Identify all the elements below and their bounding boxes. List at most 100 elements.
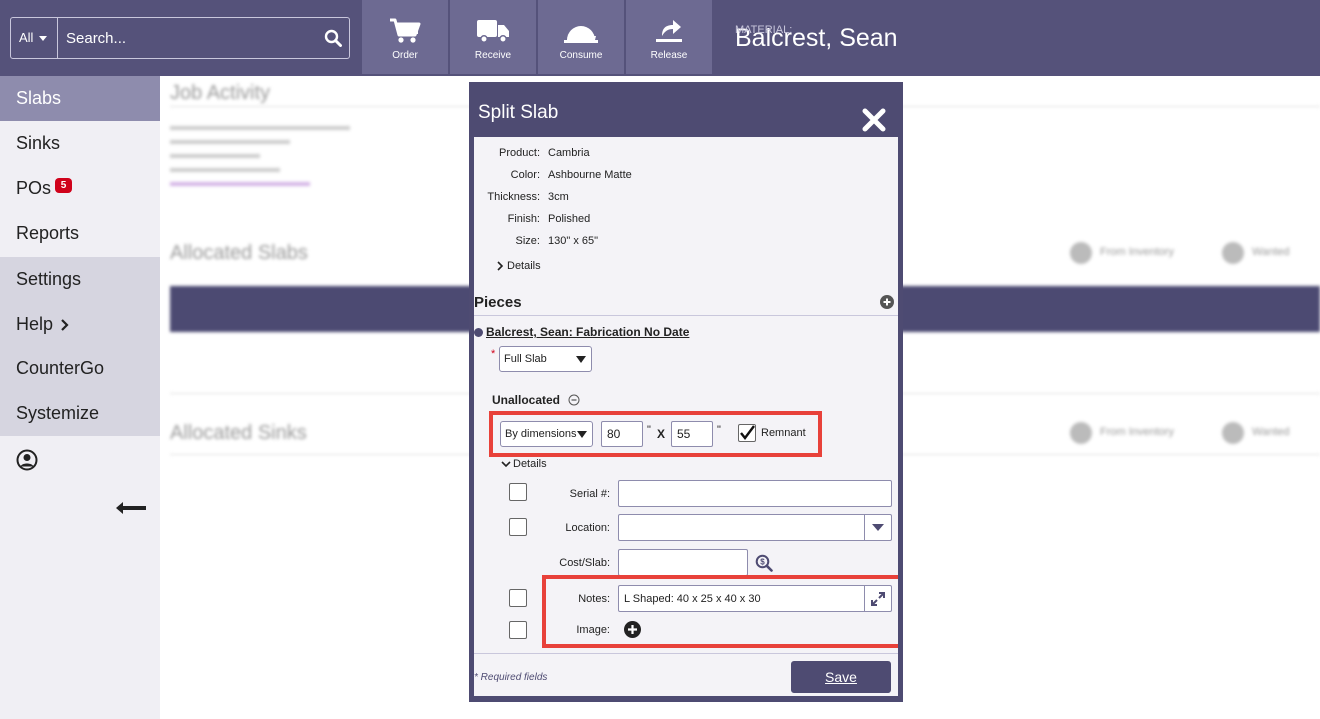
sidebar-item-settings[interactable]: Settings bbox=[0, 257, 160, 302]
sidebar-item-slabs[interactable]: Slabs bbox=[0, 76, 160, 121]
serial-input[interactable] bbox=[618, 480, 892, 507]
collapse-unallocated-button[interactable] bbox=[568, 393, 580, 411]
add-piece-button[interactable] bbox=[880, 295, 894, 314]
details-toggle[interactable]: Details bbox=[496, 260, 541, 272]
add-wanted-icon bbox=[1222, 422, 1244, 444]
user-account-button[interactable] bbox=[16, 449, 38, 476]
sidebar: Slabs Sinks POs 5 Reports Settings Help C… bbox=[0, 76, 160, 719]
sidebar-item-label: CounterGo bbox=[16, 358, 105, 378]
search-scope-select[interactable]: All bbox=[11, 18, 57, 58]
chevron-right-icon bbox=[497, 261, 504, 271]
cart-icon bbox=[390, 18, 421, 43]
sidebar-item-systemize[interactable]: Systemize bbox=[0, 391, 160, 436]
cost-label: Cost/Slab: bbox=[559, 557, 610, 569]
search-dollar-icon: $ bbox=[755, 554, 773, 572]
allocated-slabs-heading: Allocated Slabs bbox=[170, 242, 308, 264]
sidebar-item-sinks[interactable]: Sinks bbox=[0, 121, 160, 166]
highlight-dimensions bbox=[489, 411, 822, 457]
wanted-label: Wanted bbox=[1252, 426, 1290, 438]
search-bar: All bbox=[10, 17, 350, 59]
details-label: Details bbox=[507, 260, 541, 272]
info-key: Color: bbox=[510, 169, 540, 181]
receive-button[interactable]: Receive bbox=[450, 0, 536, 74]
location-select[interactable] bbox=[618, 514, 892, 541]
info-key: Thickness: bbox=[487, 191, 540, 203]
notes-checkbox[interactable] bbox=[509, 589, 527, 607]
save-button[interactable]: Save bbox=[791, 661, 891, 693]
chevron-down-icon bbox=[872, 523, 884, 531]
receive-label: Receive bbox=[474, 50, 512, 61]
info-value: Cambria bbox=[548, 147, 590, 159]
consume-label: Consume bbox=[559, 50, 603, 61]
release-icon bbox=[656, 20, 682, 42]
info-key: Size: bbox=[515, 235, 540, 247]
piece-type-value: Full Slab bbox=[504, 353, 547, 365]
chevron-down-icon bbox=[501, 461, 511, 468]
svg-text:$: $ bbox=[760, 558, 765, 567]
location-checkbox[interactable] bbox=[509, 518, 527, 536]
order-button[interactable]: Order bbox=[362, 0, 448, 74]
serial-checkbox[interactable] bbox=[509, 483, 527, 501]
cost-input[interactable] bbox=[618, 549, 748, 576]
chevron-down-icon bbox=[576, 356, 586, 363]
info-value: 3cm bbox=[548, 191, 569, 203]
truck-icon bbox=[477, 20, 509, 43]
sidebar-item-label: Help bbox=[16, 314, 54, 334]
location-dropdown-button[interactable] bbox=[864, 515, 891, 540]
chevron-right-icon bbox=[61, 319, 69, 332]
info-value: Ashbourne Matte bbox=[548, 169, 632, 181]
user-icon bbox=[16, 449, 38, 471]
from-inventory-label: From Inventory bbox=[1100, 426, 1174, 438]
unallocated-label: Unallocated bbox=[492, 393, 561, 407]
job-activity-heading: Job Activity bbox=[170, 82, 271, 104]
sidebar-item-reports[interactable]: Reports bbox=[0, 211, 160, 256]
from-inventory-label: From Inventory bbox=[1100, 246, 1174, 258]
dialog-body: Product: Cambria Color: Ashbourne Matte … bbox=[474, 137, 898, 696]
search-input[interactable] bbox=[57, 18, 329, 58]
dialog-header: Split Slab bbox=[474, 87, 898, 139]
wanted-label: Wanted bbox=[1252, 246, 1290, 258]
add-from-inventory-icon bbox=[1070, 242, 1092, 264]
release-button[interactable]: Release bbox=[626, 0, 712, 74]
image-checkbox[interactable] bbox=[509, 621, 527, 639]
close-button[interactable] bbox=[862, 101, 886, 132]
release-label: Release bbox=[650, 50, 688, 61]
search-icon bbox=[324, 29, 342, 47]
sidebar-item-pos[interactable]: POs 5 bbox=[0, 166, 160, 211]
pos-count-badge: 5 bbox=[55, 178, 73, 193]
top-bar: All Order Receive bbox=[0, 0, 1320, 76]
search-scope-label: All bbox=[19, 30, 34, 45]
consume-button[interactable]: Consume bbox=[538, 0, 624, 74]
job-link[interactable]: Balcrest, Sean: Fabrication No Date bbox=[486, 325, 689, 339]
search-button[interactable] bbox=[317, 18, 349, 58]
add-wanted-icon bbox=[1222, 242, 1244, 264]
highlight-notes bbox=[542, 575, 898, 648]
cost-lookup-button[interactable]: $ bbox=[755, 554, 773, 577]
required-marker: * bbox=[491, 348, 496, 360]
job-details-blurred bbox=[170, 122, 370, 202]
page-title-label: MATERIAL: bbox=[735, 24, 793, 36]
sidebar-item-label: POs bbox=[16, 178, 52, 198]
piece-type-select[interactable]: Full Slab bbox=[499, 346, 592, 372]
sidebar-item-label: Slabs bbox=[16, 88, 62, 108]
required-fields-note: * Required fields bbox=[474, 672, 548, 683]
details-toggle[interactable]: Details bbox=[501, 458, 547, 470]
info-value: 130" x 65" bbox=[548, 235, 599, 247]
plus-circle-icon bbox=[880, 295, 894, 309]
add-from-inventory-icon bbox=[1070, 422, 1092, 444]
sidebar-item-label: Sinks bbox=[16, 133, 61, 153]
save-label: Save bbox=[825, 669, 857, 685]
serial-label: Serial #: bbox=[569, 488, 610, 500]
sidebar-item-help[interactable]: Help bbox=[0, 302, 160, 347]
sidebar-item-label: Reports bbox=[16, 223, 80, 243]
sidebar-item-countergo[interactable]: CounterGo bbox=[0, 346, 160, 391]
arrow-left-icon bbox=[116, 502, 146, 514]
details-label: Details bbox=[513, 458, 547, 470]
split-slab-dialog: Split Slab Product: Cambria Color: Ashbo… bbox=[469, 82, 903, 702]
order-label: Order bbox=[392, 50, 418, 61]
minus-circle-icon bbox=[568, 394, 580, 406]
location-label: Location: bbox=[565, 522, 610, 534]
collapse-sidebar-button[interactable] bbox=[115, 501, 147, 520]
info-value: Polished bbox=[548, 213, 591, 225]
bullet-icon bbox=[474, 328, 483, 337]
